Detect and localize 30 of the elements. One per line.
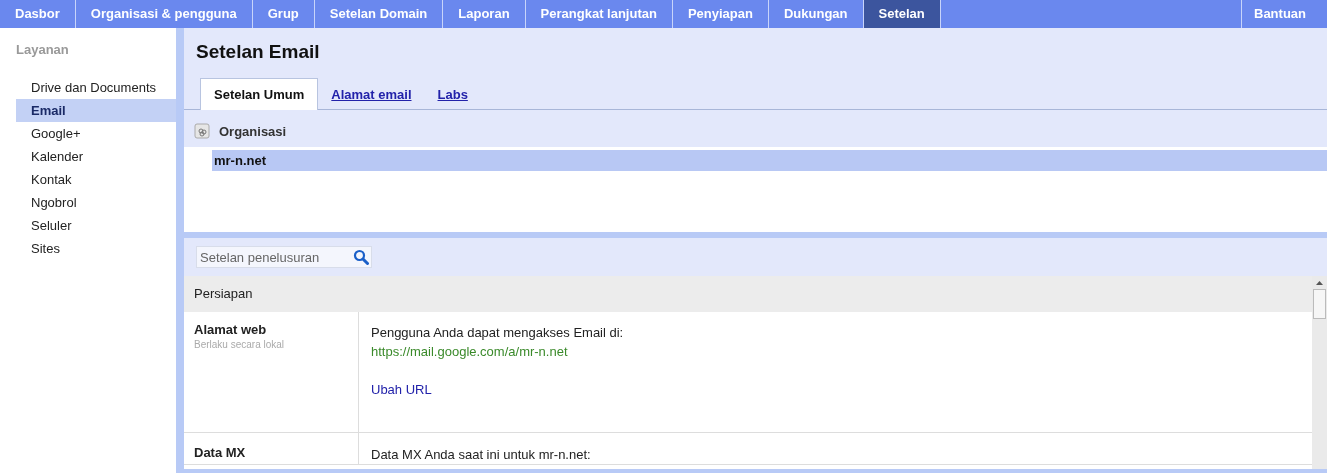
tab[interactable]: Setelan Umum [200, 78, 319, 110]
setting-text: Pengguna Anda dapat mengakses Email di: [371, 324, 624, 342]
tab[interactable]: Alamat email [318, 79, 425, 109]
change-url-link[interactable]: Ubah URL [371, 380, 624, 399]
setting-label: Alamat web [194, 322, 268, 337]
tab[interactable]: Labs [424, 79, 481, 109]
sidebar-heading: Layanan [16, 42, 70, 57]
sidebar-item[interactable]: Email [16, 99, 176, 122]
sidebar-item[interactable]: Kontak [16, 168, 176, 191]
organization-heading: Organisasi [219, 123, 287, 139]
setting-label: Data MX [194, 445, 247, 460]
section-header: Persiapan [184, 276, 1312, 312]
url-text: https://mail.google.com/a/mr-n.net [371, 343, 569, 361]
nav-tab[interactable]: Setelan [863, 0, 941, 28]
search-icon [353, 249, 369, 265]
setting-note: Berlaku secara lokal [194, 339, 286, 350]
scroll-up-icon [1315, 280, 1324, 286]
sidebar-item[interactable]: Kalender [16, 145, 176, 168]
setting-text: Data MX Anda saat ini untuk mr-n.net: [371, 446, 591, 464]
sidebar-item[interactable]: Google+ [16, 122, 176, 145]
sidebar-item[interactable]: Drive dan Documents [16, 76, 176, 99]
scroll-thumb[interactable] [1313, 289, 1326, 319]
page-title: Setelan Email [195, 40, 321, 64]
organization-item[interactable]: mr-n.net [212, 150, 1327, 171]
search-field[interactable]: Setelan penelusuran [196, 246, 372, 268]
organization-icon [194, 123, 210, 139]
sidebar-item[interactable]: Ngobrol [16, 191, 176, 214]
sidebar-item[interactable]: Seluler [16, 214, 176, 237]
scrollbar[interactable] [1312, 276, 1327, 469]
sidebar-item[interactable]: Sites [16, 237, 176, 260]
